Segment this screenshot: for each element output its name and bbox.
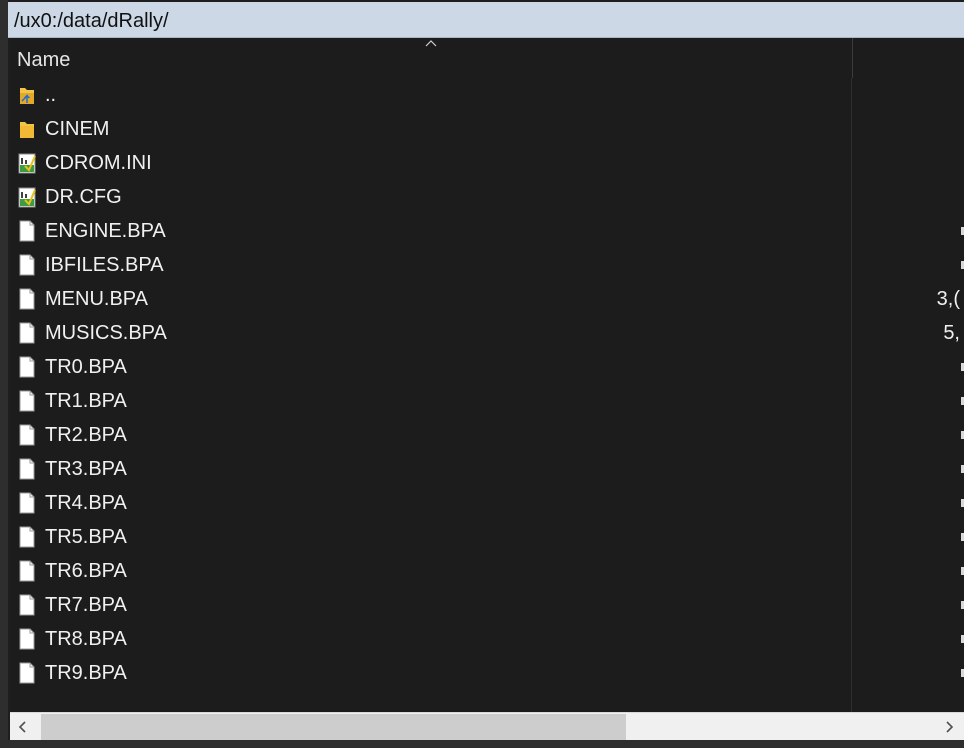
file-name: CDROM.INI — [45, 152, 152, 174]
file-row[interactable]: TR5.BPA — [10, 520, 964, 554]
file-name: CINEM — [45, 118, 110, 140]
file-icon — [19, 288, 35, 310]
scrollbar-thumb[interactable] — [41, 714, 626, 740]
config-file-icon — [18, 187, 36, 208]
file-name: MUSICS.BPA — [45, 322, 167, 344]
path-bar[interactable]: /ux0:/data/dRally/ — [8, 2, 964, 38]
chevron-left-icon[interactable] — [16, 719, 30, 735]
file-icon — [19, 390, 35, 412]
file-icon — [19, 458, 35, 480]
config-file-icon — [18, 153, 36, 174]
file-row[interactable]: TR9.BPA — [10, 656, 964, 690]
file-row[interactable]: TR8.BPA — [10, 622, 964, 656]
file-row[interactable]: DR.CFG — [10, 180, 964, 214]
file-name: TR0.BPA — [45, 356, 127, 378]
window-left-border — [0, 0, 8, 748]
file-icon — [19, 322, 35, 344]
file-name: DR.CFG — [45, 186, 122, 208]
horizontal-scrollbar[interactable] — [10, 712, 964, 740]
file-name: MENU.BPA — [45, 288, 148, 310]
file-icon — [19, 492, 35, 514]
file-name: IBFILES.BPA — [45, 254, 164, 276]
column-divider[interactable] — [852, 38, 853, 78]
file-icon — [19, 356, 35, 378]
file-row[interactable]: IBFILES.BPA — [10, 248, 964, 282]
file-row[interactable]: CINEM — [10, 112, 964, 146]
file-name: TR5.BPA — [45, 526, 127, 548]
file-name: ENGINE.BPA — [45, 220, 166, 242]
file-row[interactable]: TR7.BPA — [10, 588, 964, 622]
file-rows: .. CINEM CDROM.INI DR.CFG ENGINE.BPA IBFILES.… — [10, 78, 964, 690]
parent-folder-icon — [20, 88, 34, 104]
file-name: TR4.BPA — [45, 492, 127, 514]
folder-icon — [20, 122, 34, 138]
file-icon — [19, 526, 35, 548]
file-name: TR9.BPA — [45, 662, 127, 684]
file-row[interactable]: TR1.BPA — [10, 384, 964, 418]
file-name: TR1.BPA — [45, 390, 127, 412]
file-size: 3,( — [936, 288, 960, 310]
window-bottom-border — [0, 740, 964, 748]
column-header-name[interactable]: Name — [17, 49, 70, 72]
file-row[interactable]: TR4.BPA — [10, 486, 964, 520]
file-row[interactable]: ENGINE.BPA — [10, 214, 964, 248]
sort-ascending-icon — [425, 40, 437, 47]
file-icon — [19, 424, 35, 446]
file-name: TR8.BPA — [45, 628, 127, 650]
file-icon — [19, 220, 35, 242]
file-icon — [19, 628, 35, 650]
file-row[interactable]: MENU.BPA 3,( — [10, 282, 964, 316]
file-name: .. — [45, 84, 57, 106]
file-icon — [19, 594, 35, 616]
file-name: TR2.BPA — [45, 424, 127, 446]
file-icon — [19, 254, 35, 276]
file-icon — [19, 662, 35, 684]
list-header: Name — [10, 38, 964, 78]
file-name: TR7.BPA — [45, 594, 127, 616]
file-row[interactable]: TR2.BPA — [10, 418, 964, 452]
file-row[interactable]: CDROM.INI — [10, 146, 964, 180]
file-icon — [19, 560, 35, 582]
chevron-right-icon[interactable] — [942, 719, 956, 735]
file-row[interactable]: TR0.BPA — [10, 350, 964, 384]
file-row[interactable]: TR6.BPA — [10, 554, 964, 588]
file-row[interactable]: .. — [10, 78, 964, 112]
file-list[interactable]: Name .. CINEM CDROM.INI DR.CFG ENGINE.BPA IBF… — [10, 38, 964, 712]
file-row[interactable]: MUSICS.BPA 5, — [10, 316, 964, 350]
file-name: TR3.BPA — [45, 458, 127, 480]
file-row[interactable]: TR3.BPA — [10, 452, 964, 486]
file-browser-window: /ux0:/data/dRally/ Name .. CINEM CDROM.INI… — [0, 0, 964, 748]
file-size: 5, — [943, 322, 960, 344]
current-path: /ux0:/data/dRally/ — [14, 10, 169, 32]
file-name: TR6.BPA — [45, 560, 127, 582]
